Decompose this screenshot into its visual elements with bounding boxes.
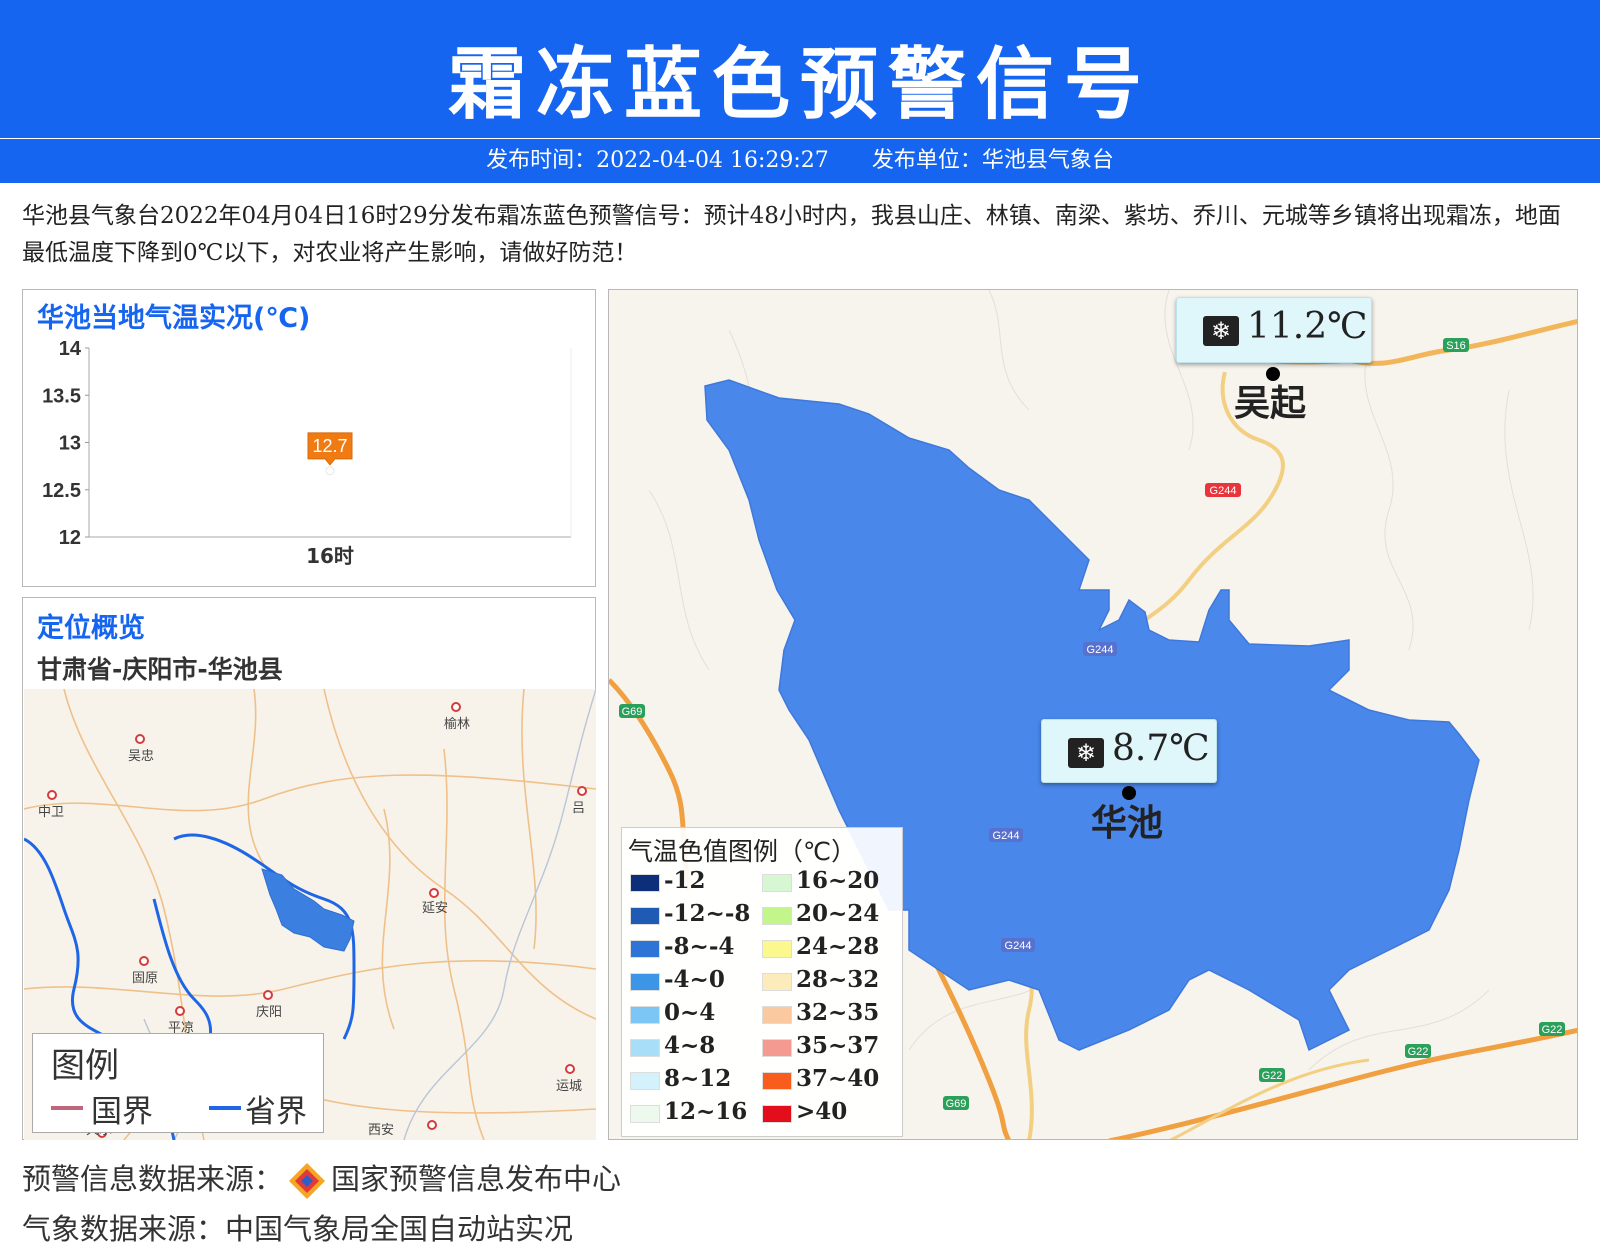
data-point (325, 466, 335, 476)
warning-source: 预警信息数据来源： 国家预警信息发布中心 (22, 1156, 621, 1201)
location-panel-title: 定位概览 (37, 613, 145, 644)
county-map[interactable]: S16 G244 G244 G244 G244 G69 G69 G22 G22 … (608, 289, 1578, 1140)
legend-label: 28~32 (796, 966, 880, 993)
legend-label: 35~37 (796, 1032, 880, 1059)
location-panel: 定位概览 甘肃省-庆阳市-华池县 榆林 吴忠 中卫 吕 延安 固原 庆阳 平凉 … (22, 597, 596, 1140)
legend-swatch (630, 1006, 660, 1024)
province-border-swatch (209, 1106, 241, 1110)
publish-time: 发布时间：2022-04-04 16:29:27 (486, 148, 829, 173)
color-legend-title: 气温色值图例（℃） (628, 837, 857, 866)
legend-swatch (630, 874, 660, 892)
city-label: 延安 (422, 901, 449, 916)
city-label: 榆林 (444, 717, 471, 732)
road-label: G69 (622, 706, 643, 718)
legend-label: 32~35 (796, 999, 880, 1026)
legend-swatch (762, 1072, 792, 1090)
legend-swatch (630, 940, 660, 958)
station-name: 华池 (1091, 803, 1164, 844)
overview-map[interactable]: 榆林 吴忠 中卫 吕 延安 固原 庆阳 平凉 运城 西安 天水 图例 国界 省界 (24, 689, 596, 1140)
legend-swatch (630, 1105, 660, 1123)
legend-title: 图例 (51, 1046, 119, 1086)
legend-label: -12~-8 (664, 900, 751, 927)
legend-swatch (762, 874, 792, 892)
city-label: 运城 (556, 1079, 583, 1094)
road-label: G244 (1087, 644, 1114, 656)
legend-label: 12~16 (664, 1098, 748, 1125)
country-border-label: 国界 (91, 1094, 153, 1130)
legend-label: >40 (796, 1098, 848, 1125)
road-label: G22 (1262, 1070, 1283, 1082)
road-label: S16 (1446, 340, 1466, 352)
legend-label: -8~-4 (664, 933, 735, 960)
road-label: G22 (1408, 1046, 1429, 1058)
publish-info-bar: 发布时间：2022-04-04 16:29:27 发布单位：华池县气象台 (0, 139, 1600, 183)
legend-swatch (762, 973, 792, 991)
road-label: G244 (993, 830, 1020, 842)
legend-label: 0~4 (664, 999, 716, 1026)
temperature-color-legend: 气温色值图例（℃） -12 -12~-8 -8~-4 -4~0 0~4 4~8 8~12 12… (621, 827, 903, 1137)
page-title: 霜冻蓝色预警信号 (447, 40, 1152, 130)
publisher: 发布单位：华池县气象台 (871, 148, 1114, 173)
city-label: 吴忠 (128, 749, 155, 764)
warning-center-logo-icon (289, 1163, 326, 1199)
snowflake-icon: ❄ (1068, 738, 1104, 768)
legend-swatch (762, 940, 792, 958)
y-tick-label: 13 (59, 433, 81, 455)
legend-label: 8~12 (664, 1065, 732, 1092)
x-tick-label: 16时 (306, 544, 354, 568)
station-name: 吴起 (1234, 383, 1307, 424)
country-border-swatch (51, 1106, 83, 1110)
legend-swatch (630, 1039, 660, 1057)
location-path: 甘肃省-庆阳市-华池县 (37, 655, 283, 684)
city-label: 吕 (572, 801, 586, 816)
legend-label: 24~28 (796, 933, 880, 960)
y-tick-label: 12 (59, 527, 81, 549)
overview-map-legend: 图例 国界 省界 (32, 1033, 324, 1133)
city-label: 庆阳 (256, 1005, 283, 1020)
legend-label: 37~40 (796, 1065, 880, 1092)
city-label: 西安 (368, 1123, 395, 1138)
temperature-panel: 华池当地气温实况(℃) 14 13.5 13 12.5 12 16时 12.7 (22, 289, 596, 587)
y-tick-label: 14 (59, 338, 82, 360)
legend-swatch (762, 907, 792, 925)
title-banner: 霜冻蓝色预警信号 (0, 0, 1600, 138)
city-label: 中卫 (38, 805, 65, 820)
legend-label: -4~0 (664, 966, 725, 993)
y-tick-label: 12.5 (42, 480, 81, 502)
road-label: G244 (1210, 485, 1237, 497)
data-label: 12.7 (312, 436, 347, 456)
legend-swatch (762, 1006, 792, 1024)
legend-label: 20~24 (796, 900, 880, 927)
snowflake-icon: ❄ (1203, 316, 1239, 346)
station-temp: 8.7℃ (1112, 728, 1210, 769)
temperature-chart: 14 13.5 13 12.5 12 16时 12.7 (42, 338, 572, 568)
warning-text: 华池县气象台2022年04月04日16时29分发布霜冻蓝色预警信号：预计48小时… (22, 203, 1561, 266)
legend-swatch (630, 907, 660, 925)
road-label: G69 (946, 1098, 967, 1110)
province-border-label: 省界 (245, 1094, 307, 1130)
station-temp: 11.2℃ (1247, 306, 1368, 347)
legend-swatch (762, 1039, 792, 1057)
legend-swatch (762, 1105, 792, 1123)
legend-swatch (630, 1072, 660, 1090)
station-temp-box[interactable]: ❄ 8.7℃ (1041, 719, 1217, 783)
road-label: G22 (1542, 1024, 1563, 1036)
station-temp-box[interactable]: ❄ 11.2℃ (1176, 297, 1372, 363)
y-tick-label: 13.5 (42, 385, 81, 407)
weather-source: 气象数据来源：中国气象局全国自动站实况 (22, 1212, 574, 1246)
legend-label: -12 (664, 867, 706, 894)
road-label: G244 (1005, 940, 1032, 952)
warning-source-name: 国家预警信息发布中心 (331, 1162, 622, 1196)
warning-source-label: 预警信息数据来源： (22, 1162, 284, 1196)
city-label: 固原 (132, 971, 159, 986)
legend-label: 16~20 (796, 867, 880, 894)
legend-label: 4~8 (664, 1032, 716, 1059)
legend-swatch (630, 973, 660, 991)
